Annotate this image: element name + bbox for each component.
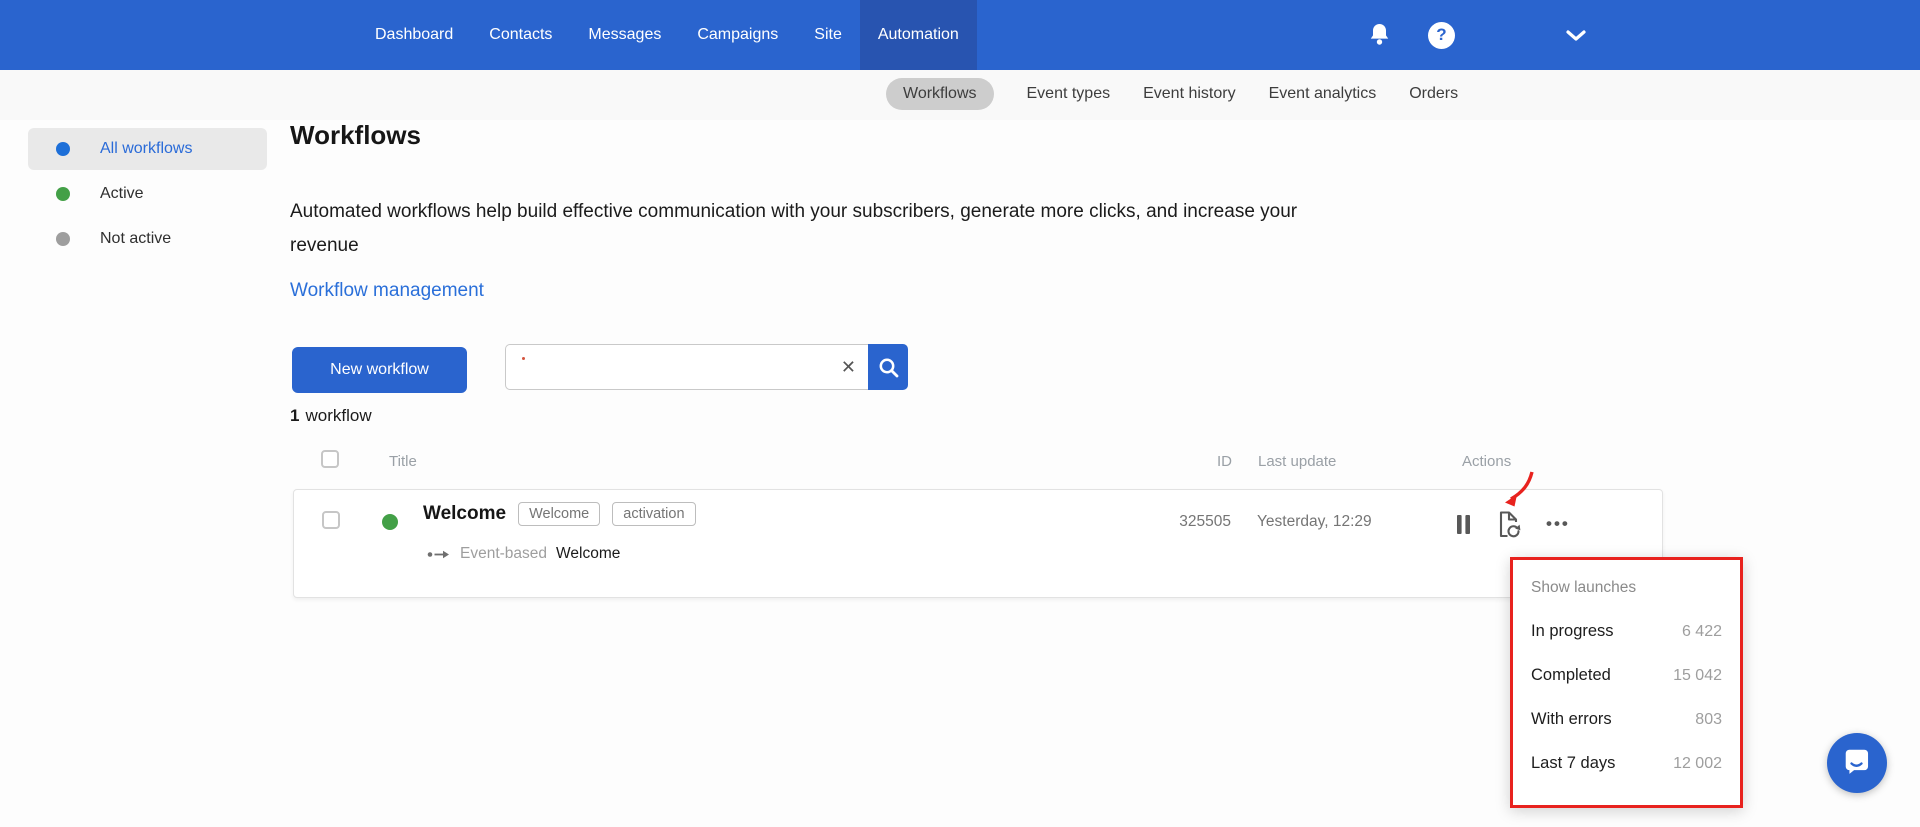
workflow-tag[interactable]: Welcome: [518, 502, 601, 526]
stat-value: 6 422: [1681, 623, 1722, 640]
automation-subnav: Workflows Event types Event history Even…: [886, 78, 1458, 110]
search-input[interactable]: [505, 344, 868, 390]
text-cursor-dot: [522, 357, 525, 360]
workflow-last-update: Yesterday, 12:29: [1257, 513, 1372, 530]
row-checkbox[interactable]: [322, 511, 340, 529]
stat-value: 803: [1695, 711, 1722, 728]
workflow-count: 1 workflow: [290, 406, 372, 426]
stat-label: In progress: [1531, 622, 1614, 640]
popup-stat-row: Last 7 days 12 002: [1531, 754, 1722, 773]
all-workflows-dot-icon: [56, 142, 70, 156]
trigger-type-label: Event-based: [460, 545, 548, 562]
nav-automation[interactable]: Automation: [859, 0, 977, 70]
workflow-tag[interactable]: activation: [612, 502, 696, 526]
nav-campaigns[interactable]: Campaigns: [679, 0, 796, 70]
red-arrow-annotation: [1500, 469, 1540, 516]
sidebar-item-label: Not active: [100, 230, 172, 247]
sidebar-item-not-active[interactable]: Not active: [28, 218, 267, 260]
workflow-title[interactable]: Welcome: [423, 503, 506, 525]
sidebar-item-label: Active: [100, 185, 144, 202]
page: Dashboard Contacts Messages Campaigns Si…: [0, 0, 1920, 827]
select-all-checkbox[interactable]: [321, 450, 339, 468]
tab-orders[interactable]: Orders: [1409, 78, 1458, 110]
new-workflow-button[interactable]: New workflow: [292, 347, 467, 393]
sidebar-item-all-workflows[interactable]: All workflows: [28, 128, 267, 170]
active-dot-icon: [56, 187, 70, 201]
trigger-event-name: Welcome: [556, 545, 621, 562]
sidebar-item-active[interactable]: Active: [28, 173, 267, 215]
tab-event-types[interactable]: Event types: [1027, 78, 1111, 110]
workflow-id: 325505: [1179, 513, 1231, 530]
search-button[interactable]: [868, 344, 908, 390]
event-based-icon: [427, 549, 451, 560]
column-header-actions: Actions: [1462, 453, 1512, 470]
tab-event-analytics[interactable]: Event analytics: [1269, 78, 1377, 110]
popup-stat-row: In progress 6 422: [1531, 622, 1722, 641]
workflow-trigger-line: Event-based Welcome: [427, 545, 620, 563]
tab-workflows[interactable]: Workflows: [886, 78, 994, 110]
workflow-status-dot: [382, 514, 398, 530]
workflow-title-line: Welcome Welcome activation: [423, 502, 696, 526]
show-launches-popup: Show launches In progress 6 422 Complete…: [1510, 557, 1743, 808]
workflow-management-link[interactable]: Workflow management: [290, 280, 484, 302]
stat-label: Completed: [1531, 666, 1611, 684]
nav-contacts[interactable]: Contacts: [471, 0, 570, 70]
chat-button[interactable]: [1827, 733, 1887, 793]
popup-stat-row: With errors 803: [1531, 710, 1722, 729]
workflow-search: ✕: [505, 344, 908, 390]
nav-dashboard[interactable]: Dashboard: [357, 0, 471, 70]
popup-title: Show launches: [1531, 579, 1637, 596]
clear-search-icon[interactable]: ✕: [841, 356, 856, 378]
column-header-title: Title: [389, 453, 417, 470]
workflow-filter-sidebar: All workflows Active Not active: [28, 128, 267, 263]
page-description: Automated workflows help build effective…: [290, 201, 1298, 256]
workflow-count-label: workflow: [305, 406, 372, 425]
help-glyph: ?: [1436, 25, 1447, 44]
workflow-count-number: 1: [290, 406, 300, 425]
workflow-row: Welcome Welcome activation Event-based W…: [293, 489, 1663, 598]
not-active-dot-icon: [56, 232, 70, 246]
sidebar-item-label: All workflows: [100, 140, 193, 157]
more-actions-icon[interactable]: •••: [1546, 515, 1570, 532]
main-nav: Dashboard Contacts Messages Campaigns Si…: [357, 0, 977, 70]
nav-site[interactable]: Site: [796, 0, 860, 70]
help-icon[interactable]: ?: [1428, 0, 1455, 70]
notifications-bell-icon[interactable]: [1368, 0, 1391, 70]
stat-label: With errors: [1531, 710, 1612, 728]
column-header-last-update: Last update: [1258, 453, 1337, 470]
nav-messages[interactable]: Messages: [570, 0, 679, 70]
stat-label: Last 7 days: [1531, 754, 1616, 772]
stat-value: 12 002: [1673, 755, 1722, 772]
search-icon: [877, 356, 900, 379]
page-title: Workflows: [290, 120, 421, 150]
popup-stat-row: Completed 15 042: [1531, 666, 1722, 685]
pause-icon[interactable]: [1456, 514, 1471, 534]
top-header-bar: Dashboard Contacts Messages Campaigns Si…: [0, 0, 1920, 70]
chat-icon: [1841, 747, 1873, 779]
tab-event-history[interactable]: Event history: [1143, 78, 1235, 110]
account-chevron-down-icon[interactable]: [1564, 0, 1588, 70]
stat-value: 15 042: [1673, 667, 1722, 684]
column-header-id: ID: [1217, 453, 1232, 470]
